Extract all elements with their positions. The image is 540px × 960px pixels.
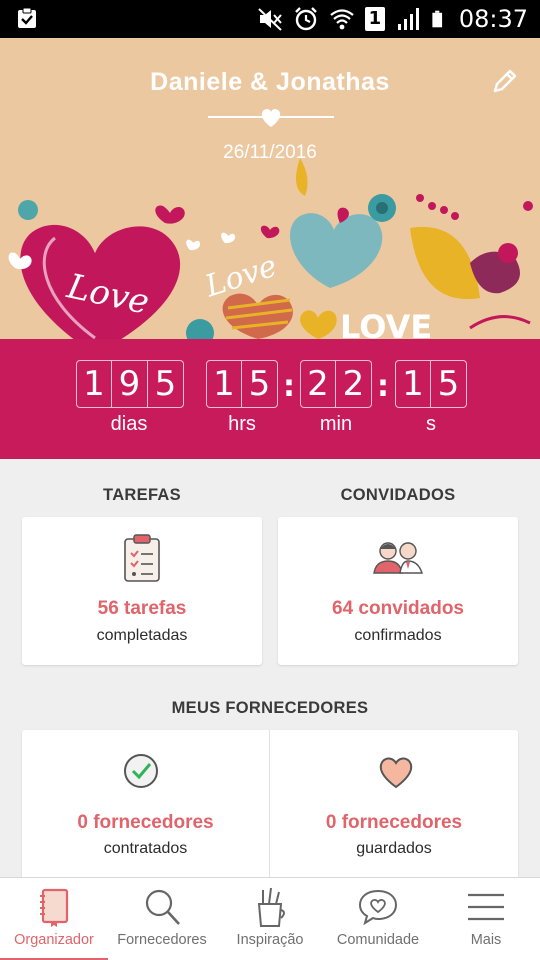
countdown-digit: 5 xyxy=(431,360,467,408)
menu-icon xyxy=(468,893,504,921)
tasks-section-title: TAREFAS xyxy=(103,486,181,504)
countdown-digit: 5 xyxy=(242,360,278,408)
countdown-minutes: 2 2 xyxy=(300,360,372,408)
notebook-icon xyxy=(40,888,69,927)
nav-organizador[interactable]: Organizador xyxy=(0,878,108,960)
saved-suppliers-tile[interactable]: 0 fornecedores guardados xyxy=(270,730,518,880)
heart-icon xyxy=(261,108,281,127)
alarm-icon xyxy=(294,7,317,31)
bottom-navigation: Organizador Fornecedores Inspiração Comu… xyxy=(0,877,540,960)
guests-status: confirmados xyxy=(354,627,442,644)
signal-icon xyxy=(397,8,419,30)
wedding-countdown: 1 9 5 dias 1 5 hrs : 2 2 min : 1 5 s xyxy=(0,339,540,459)
countdown-digit: 1 xyxy=(395,360,431,408)
clipboard-check-icon xyxy=(18,7,36,28)
countdown-digit: 5 xyxy=(148,360,184,408)
pencil-cup-icon xyxy=(257,887,285,927)
nav-label: Fornecedores xyxy=(117,932,207,948)
heart-outline-icon xyxy=(379,757,413,789)
tasks-count: 56 tarefas xyxy=(97,598,187,619)
nav-inspiracao[interactable]: Inspiração xyxy=(216,878,324,960)
countdown-digit: 1 xyxy=(76,360,112,408)
nav-label: Inspiração xyxy=(236,932,304,948)
countdown-separator: : xyxy=(283,369,295,404)
nav-comunidade[interactable]: Comunidade xyxy=(324,878,432,960)
suppliers-section-title: MEUS FORNECEDORES xyxy=(171,699,369,717)
wedding-date: 26/11/2016 xyxy=(223,142,317,163)
status-bar: 1 08:37 xyxy=(0,0,540,38)
nav-label: Comunidade xyxy=(336,932,420,948)
tasks-card[interactable]: 56 tarefas completadas xyxy=(22,517,262,665)
hired-suppliers-label: contratados xyxy=(103,840,188,857)
countdown-hours: 1 5 xyxy=(206,360,278,408)
countdown-seconds: 1 5 xyxy=(395,360,467,408)
check-circle-icon xyxy=(124,754,158,788)
guests-section-title: CONVIDADOS xyxy=(340,486,456,504)
countdown-digit: 9 xyxy=(112,360,148,408)
countdown-digit: 2 xyxy=(336,360,372,408)
guests-card[interactable]: 64 convidados confirmados xyxy=(278,517,518,665)
countdown-minutes-label: min xyxy=(319,413,353,435)
mute-icon xyxy=(258,8,282,31)
wifi-icon xyxy=(330,9,354,30)
countdown-hours-label: hrs xyxy=(228,413,256,435)
clipboard-list-icon xyxy=(124,534,160,582)
search-icon xyxy=(145,889,180,925)
saved-suppliers-label: guardados xyxy=(356,840,432,857)
nav-label: Organizador xyxy=(14,932,94,948)
hired-suppliers-tile[interactable]: 0 fornecedores contratados xyxy=(22,730,269,880)
battery-icon xyxy=(432,10,442,28)
guests-couple-icon xyxy=(373,542,423,574)
guests-count: 64 convidados xyxy=(332,598,464,619)
heart-chat-icon xyxy=(358,889,398,926)
nav-label: Mais xyxy=(470,932,502,948)
pencil-edit-icon[interactable] xyxy=(490,66,520,96)
countdown-days-label: dias xyxy=(110,413,148,435)
countdown-digit: 2 xyxy=(300,360,336,408)
nav-fornecedores[interactable]: Fornecedores xyxy=(108,878,216,960)
saved-suppliers-count: 0 fornecedores xyxy=(325,812,463,833)
svg-text:LOVE: LOVE xyxy=(340,308,432,339)
hired-suppliers-count: 0 fornecedores xyxy=(77,812,214,833)
sim-icon: 1 xyxy=(364,7,385,31)
nav-mais[interactable]: Mais xyxy=(432,878,540,960)
countdown-seconds-label: s xyxy=(426,413,436,435)
countdown-days: 1 9 5 xyxy=(76,360,184,408)
countdown-separator: : xyxy=(377,369,389,404)
status-time: 08:37 xyxy=(458,5,528,33)
tasks-status: completadas xyxy=(96,627,188,644)
suppliers-card: 0 fornecedores contratados 0 fornecedore… xyxy=(22,730,518,880)
couple-names: Daniele & Jonathas xyxy=(150,68,390,96)
countdown-digit: 1 xyxy=(206,360,242,408)
wedding-banner: Love Love LOVE Daniele & Jonathas 26/11/… xyxy=(0,38,540,339)
